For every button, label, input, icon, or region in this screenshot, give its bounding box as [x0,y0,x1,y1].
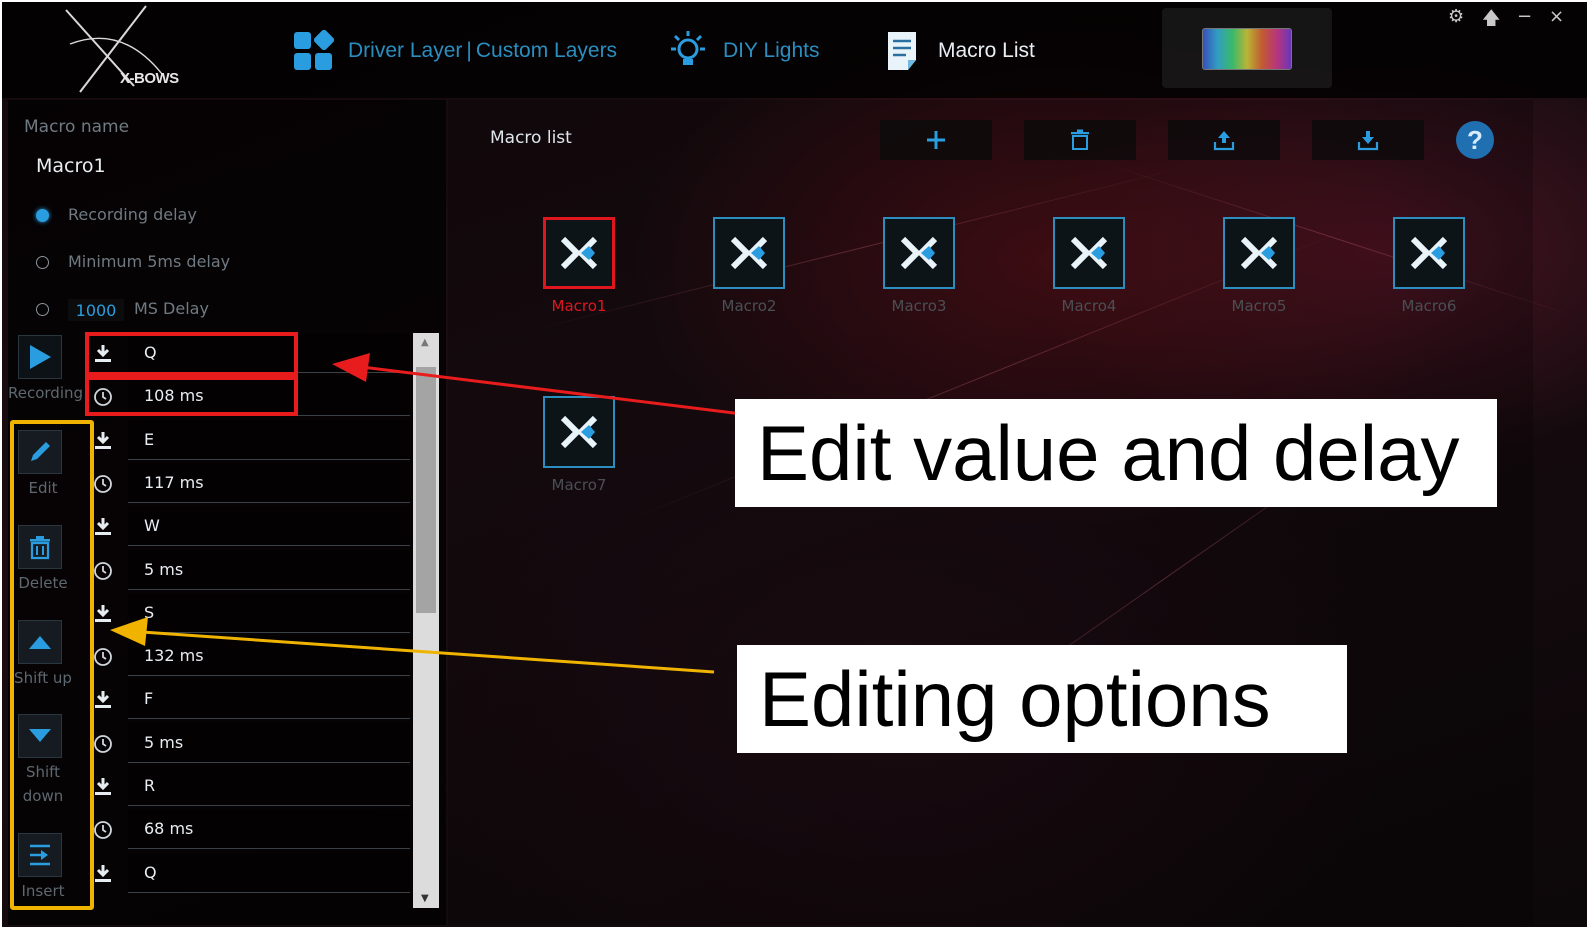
app-window: X-BOWS Driver Layer | Custom Layers DIY … [2,2,1587,927]
edit-callout: Edit value and delay [735,399,1497,507]
options-callout: Editing options [737,645,1347,753]
